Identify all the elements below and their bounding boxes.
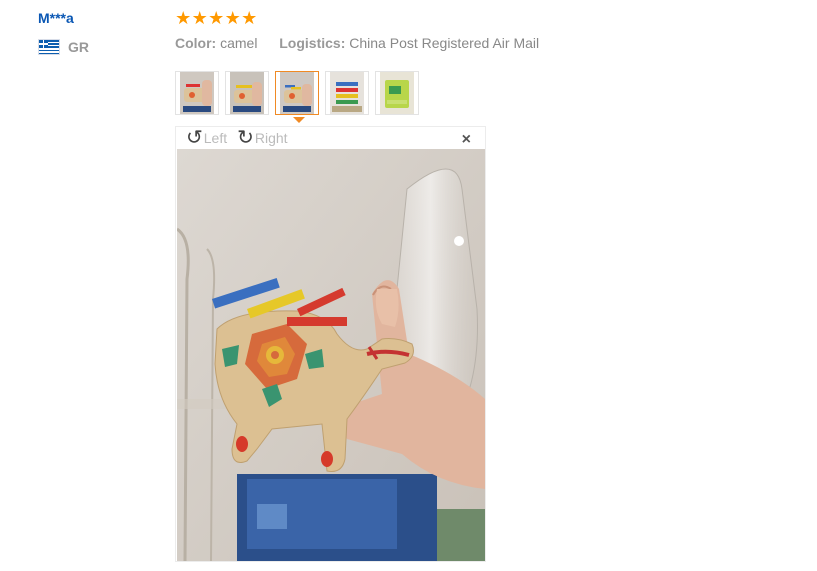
rotate-right-button[interactable]: ↻ Right xyxy=(237,128,287,148)
greece-flag-icon xyxy=(38,39,60,55)
rotate-right-label: Right xyxy=(254,130,288,146)
rotate-left-icon: ↺ xyxy=(186,127,203,149)
logistics-label: Logistics: xyxy=(279,35,346,51)
reviewer-country: GR xyxy=(38,39,89,55)
thumbnail-3[interactable] xyxy=(275,71,319,115)
order-info: Color: camel Logistics: China Post Regis… xyxy=(175,35,539,51)
color-value: camel xyxy=(220,35,258,51)
thumbnail-strip xyxy=(175,71,419,115)
logistics-value: China Post Registered Air Mail xyxy=(349,35,540,51)
star-icon: ★ xyxy=(175,8,192,28)
thumbnail-2[interactable] xyxy=(225,71,269,115)
country-code: GR xyxy=(68,39,89,55)
rotate-right-icon: ↻ xyxy=(237,127,254,149)
color-label: Color: xyxy=(175,35,217,51)
thumbnail-1[interactable] xyxy=(175,71,219,115)
review-photo xyxy=(177,149,485,561)
rotate-left-label: Left xyxy=(203,130,228,146)
thumbnail-4[interactable] xyxy=(325,71,369,115)
star-icon: ★ xyxy=(191,8,208,28)
close-icon[interactable]: × xyxy=(462,131,471,149)
star-icon: ★ xyxy=(224,8,241,28)
active-thumbnail-pointer xyxy=(293,117,305,123)
reviewer-name[interactable]: M***a xyxy=(38,10,74,26)
image-viewer: ↺ Left ↻ Right × xyxy=(175,126,486,562)
viewer-toolbar: ↺ Left ↻ Right × xyxy=(176,127,485,149)
thumbnail-5[interactable] xyxy=(375,71,419,115)
rating-stars: ★ ★ ★ ★ ★ xyxy=(175,9,258,27)
star-icon: ★ xyxy=(208,8,225,28)
star-icon: ★ xyxy=(241,8,258,28)
rotate-left-button[interactable]: ↺ Left xyxy=(186,128,227,148)
